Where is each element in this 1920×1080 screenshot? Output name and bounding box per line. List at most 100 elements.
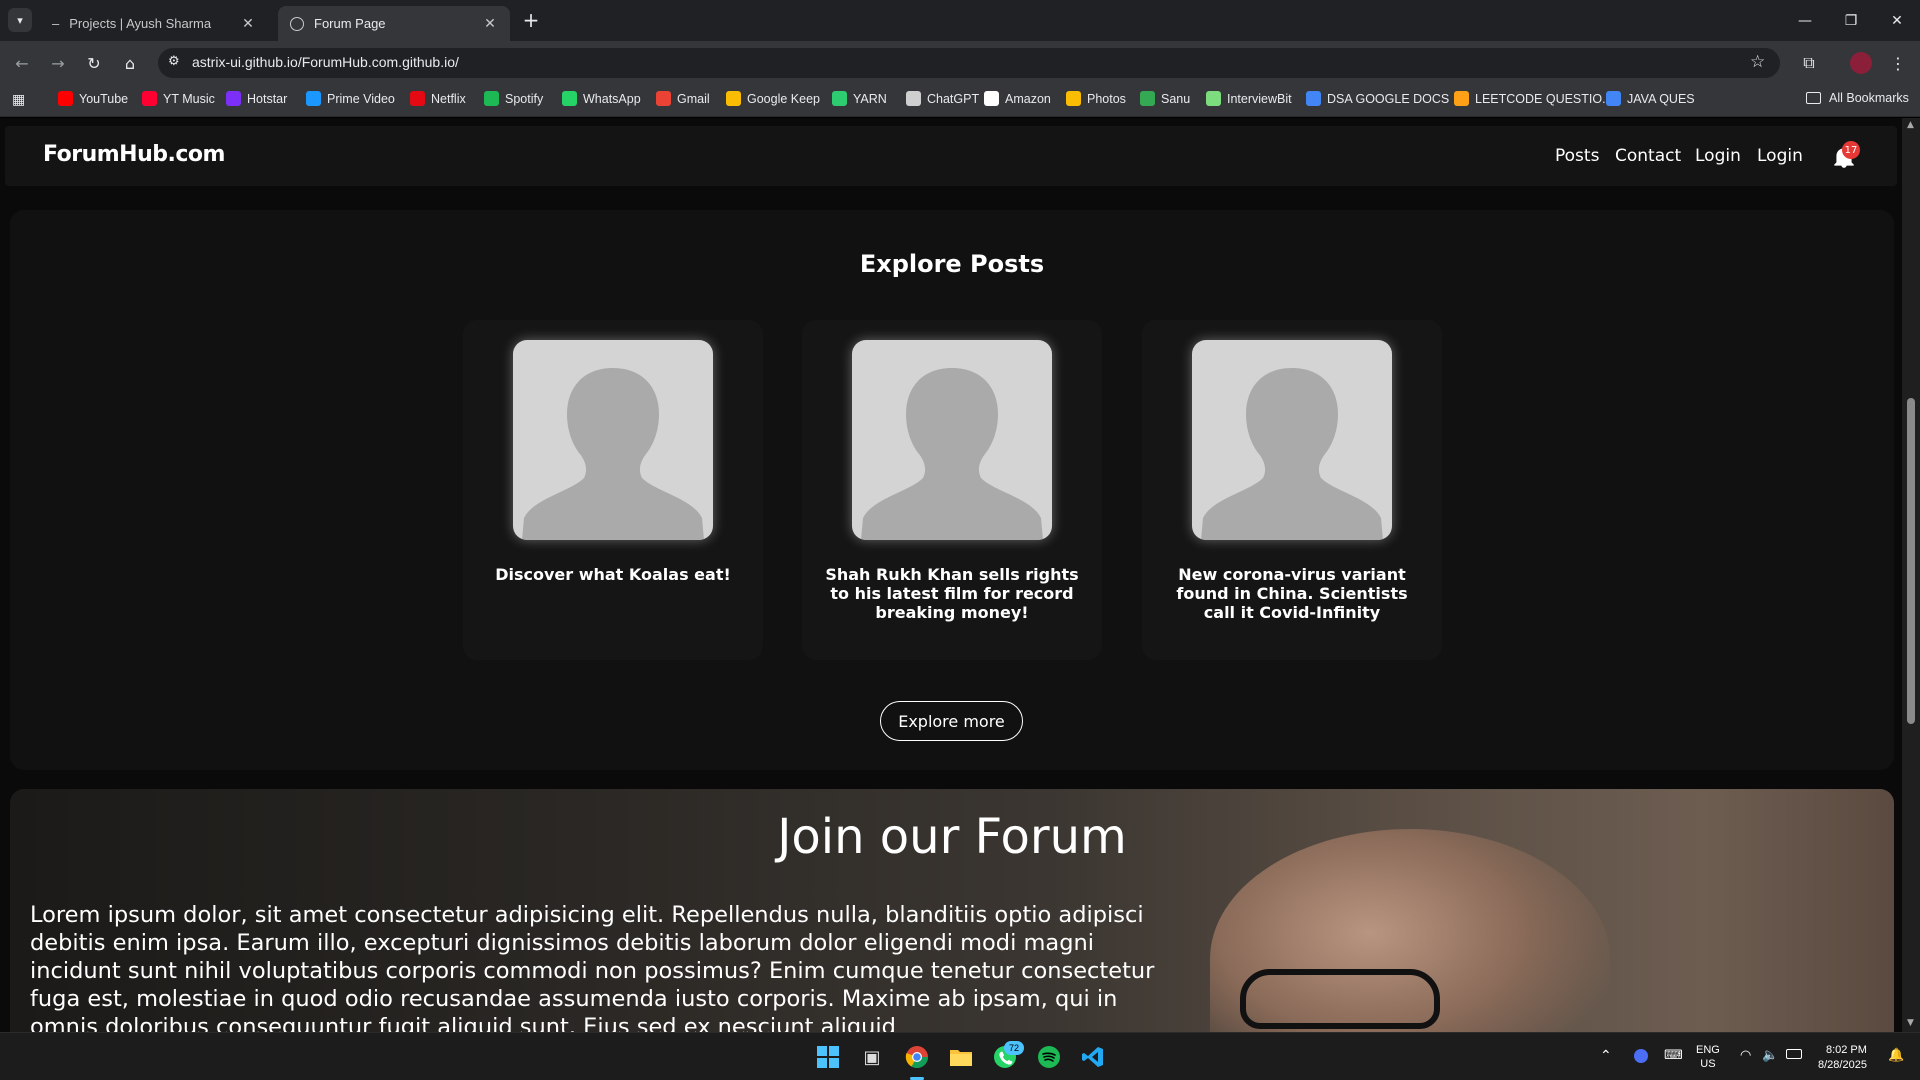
explore-posts-section: Explore Posts Discover what Koalas eat! … <box>10 210 1894 770</box>
show-hidden-icons-chevron[interactable]: ⌃ <box>1600 1047 1612 1064</box>
bookmark-label: Gmail <box>677 91 710 106</box>
post-card[interactable]: Shah Rukh Khan sells rights to his lates… <box>802 320 1102 660</box>
apps-icon[interactable]: ▦ <box>12 92 25 108</box>
close-tab-icon[interactable]: ✕ <box>240 15 256 32</box>
bookmark-favicon-icon <box>656 91 671 106</box>
bookmark-favicon-icon <box>1066 91 1081 106</box>
bookmark-item[interactable]: Netflix <box>410 91 466 106</box>
explore-more-button[interactable]: Explore more <box>880 701 1023 741</box>
bookmark-label: Netflix <box>431 91 466 106</box>
bookmark-item[interactable]: YARN <box>832 91 887 106</box>
bookmark-item[interactable]: Hotstar <box>226 91 287 106</box>
close-tab-icon[interactable]: ✕ <box>482 15 498 32</box>
bookmark-favicon-icon <box>984 91 999 106</box>
glasses-shape <box>1240 969 1440 1029</box>
bookmark-item[interactable]: Gmail <box>656 91 710 106</box>
keyboard-icon[interactable]: ⌨ <box>1664 1047 1683 1063</box>
volume-muted-icon[interactable]: 🔈 <box>1762 1047 1778 1063</box>
bookmark-favicon-icon <box>226 91 241 106</box>
site-logo[interactable]: ForumHub.com <box>43 142 225 167</box>
lang-label: ENG <box>1696 1044 1720 1056</box>
new-tab-button[interactable]: + <box>520 8 542 32</box>
bookmark-item[interactable]: InterviewBit <box>1206 91 1292 106</box>
reload-button[interactable]: ↻ <box>80 49 108 77</box>
menu-icon[interactable]: ⋮ <box>1884 49 1912 77</box>
restore-button[interactable]: ❐ <box>1828 0 1874 41</box>
post-card[interactable]: Discover what Koalas eat! <box>463 320 763 660</box>
avatar-placeholder-icon <box>852 340 1052 540</box>
nav-contact[interactable]: Contact <box>1615 146 1681 166</box>
nav-posts[interactable]: Posts <box>1555 146 1599 166</box>
bookmark-favicon-icon <box>58 91 73 106</box>
bookmark-label: Spotify <box>505 91 544 106</box>
windows-taskbar: ▣ 72 ⌃ ⌨ ENG US ◠ 🔈 8:02 PM 8/28/2025 🔔 <box>0 1032 1920 1080</box>
bookmark-item[interactable]: JAVA QUES <box>1606 91 1695 106</box>
bookmark-item[interactable]: Google Keep <box>726 91 820 106</box>
tray-app-icon[interactable] <box>1634 1049 1648 1063</box>
bookmark-item[interactable]: LEETCODE QUESTIO... <box>1454 91 1613 106</box>
bookmark-favicon-icon <box>306 91 321 106</box>
bookmarks-bar: ▦ YouTube YT Music Hotstar Prime Video Netfl… <box>0 83 1920 117</box>
language-indicator[interactable]: ENG US <box>1696 1043 1720 1071</box>
bookmark-item[interactable]: YT Music <box>142 91 215 106</box>
site-info-icon[interactable]: ⚙ <box>168 54 180 69</box>
bookmark-item[interactable]: Sanu <box>1140 91 1190 106</box>
chrome-icon[interactable] <box>903 1043 931 1071</box>
tab-projects[interactable]: – Projects | Ayush Sharma ✕ <box>40 6 268 41</box>
avatar-placeholder-icon <box>513 340 713 540</box>
bookmark-item[interactable]: ChatGPT <box>906 91 979 106</box>
bookmark-label: ChatGPT <box>927 91 980 106</box>
bookmark-favicon-icon <box>1454 91 1469 106</box>
bookmark-label: LEETCODE QUESTIO... <box>1475 91 1613 106</box>
bookmark-label: YT Music <box>163 91 215 106</box>
join-forum-section: Join our Forum Lorem ipsum dolor, sit am… <box>10 789 1894 1032</box>
extensions-icon[interactable]: ⧉ <box>1795 49 1823 77</box>
profile-avatar[interactable] <box>1850 52 1872 74</box>
close-window-button[interactable]: ✕ <box>1874 0 1920 41</box>
bookmark-item[interactable]: Spotify <box>484 91 543 106</box>
back-button[interactable]: ← <box>8 49 36 77</box>
vscode-icon[interactable] <box>1079 1043 1107 1071</box>
bookmark-favicon-icon <box>142 91 157 106</box>
bookmark-favicon-icon <box>832 91 847 106</box>
minimize-button[interactable]: — <box>1782 0 1828 41</box>
page-scrollbar[interactable]: ▲ ▼ <box>1902 118 1920 1032</box>
bookmark-label: InterviewBit <box>1227 91 1292 106</box>
task-view-icon[interactable]: ▣ <box>858 1043 886 1071</box>
all-bookmarks-folder[interactable]: All Bookmarks <box>1806 91 1909 105</box>
post-card[interactable]: New corona-virus variant found in China.… <box>1142 320 1442 660</box>
tab-forum-page[interactable]: Forum Page ✕ <box>278 6 510 41</box>
wifi-icon[interactable]: ◠ <box>1740 1047 1751 1063</box>
avatar-placeholder-icon <box>1192 340 1392 540</box>
bookmark-item[interactable]: DSA GOOGLE DOCS <box>1306 91 1449 106</box>
bookmark-item[interactable]: WhatsApp <box>562 91 641 106</box>
bookmark-item[interactable]: Amazon <box>984 91 1051 106</box>
tab-search-button[interactable]: ▾ <box>8 8 32 32</box>
spotify-icon[interactable] <box>1035 1043 1063 1071</box>
bookmark-favicon-icon <box>1606 91 1621 106</box>
home-button[interactable]: ⌂ <box>116 49 144 77</box>
date: 8/28/2025 <box>1818 1059 1867 1071</box>
web-page: ForumHub.com Posts Contact Login Login 1… <box>0 118 1902 1032</box>
bookmark-star-icon[interactable]: ☆ <box>1750 52 1765 72</box>
bookmark-item[interactable]: YouTube <box>58 91 128 106</box>
site-navbar: ForumHub.com Posts Contact Login Login 1… <box>5 126 1897 186</box>
bookmark-item[interactable]: Photos <box>1066 91 1126 106</box>
bookmark-label: Hotstar <box>247 91 288 106</box>
forward-button[interactable]: → <box>44 49 72 77</box>
nav-login-2[interactable]: Login <box>1757 146 1803 166</box>
scroll-up-arrow-icon[interactable]: ▲ <box>1907 120 1914 130</box>
battery-icon[interactable] <box>1786 1049 1802 1059</box>
notifications-icon[interactable]: 🔔 <box>1888 1047 1904 1063</box>
file-explorer-icon[interactable] <box>947 1043 975 1071</box>
start-windows-icon[interactable] <box>814 1043 842 1071</box>
bookmark-label: Amazon <box>1005 91 1051 106</box>
nav-login[interactable]: Login <box>1695 146 1741 166</box>
globe-icon <box>290 16 304 31</box>
bookmark-favicon-icon <box>410 91 425 106</box>
join-title: Join our Forum <box>777 809 1127 865</box>
scroll-down-arrow-icon[interactable]: ▼ <box>1907 1018 1914 1028</box>
clock[interactable]: 8:02 PM 8/28/2025 <box>1818 1043 1867 1073</box>
scrollbar-thumb[interactable] <box>1907 398 1915 724</box>
bookmark-item[interactable]: Prime Video <box>306 91 395 106</box>
